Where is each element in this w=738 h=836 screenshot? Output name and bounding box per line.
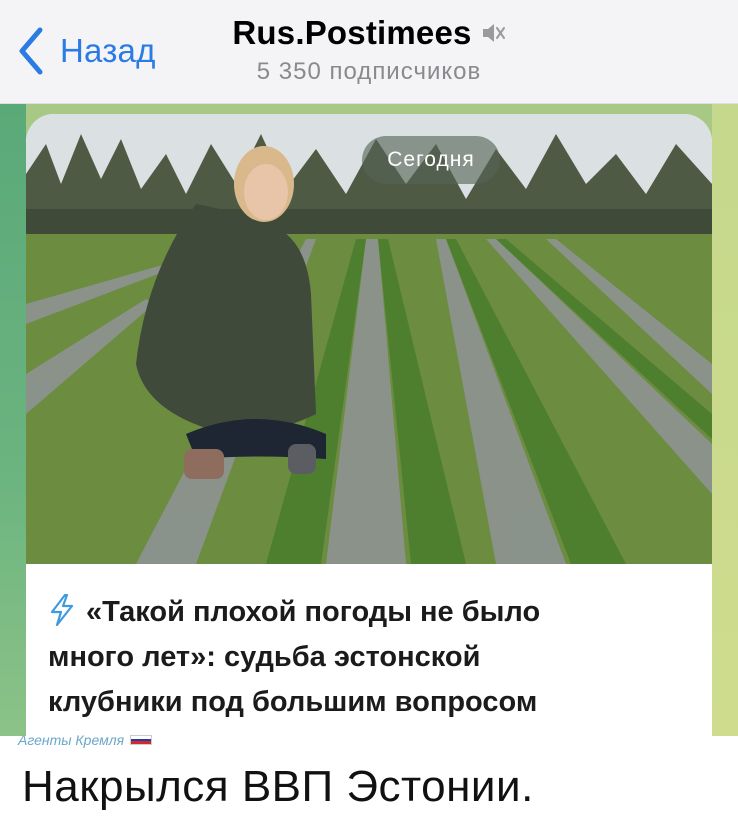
wallpaper-right [712, 104, 738, 736]
chat-background: Сегодня «Такой плохой погоды не было мно… [0, 104, 738, 740]
headline-line-1-text: «Такой плохой погоды не было [86, 596, 541, 628]
watermark-text: Агенты Кремля [18, 732, 125, 748]
chat-header: Назад Rus.Postimees 5 350 подписчиков [0, 0, 738, 104]
message-bubble[interactable]: Сегодня «Такой плохой погоды не было мно… [26, 114, 712, 740]
watermark: Агенты Кремля [18, 732, 153, 748]
date-badge: Сегодня [362, 136, 500, 184]
headline-line-2: много лет»: судьба эстонской [48, 641, 481, 673]
headline-line-1: «Такой плохой погоды не было [48, 590, 688, 635]
channel-title: Rus.Postimees [232, 14, 472, 51]
wallpaper-left [0, 104, 26, 736]
russian-flag-icon [130, 735, 153, 745]
message-headline: «Такой плохой погоды не было много лет»:… [48, 590, 688, 725]
subscriber-count: 5 350 подписчиков [256, 58, 482, 85]
meme-caption: Накрылся ВВП Эстонии. [22, 762, 534, 811]
mute-speaker-icon [482, 24, 505, 42]
headline-line-3: клубники под большим вопросом [48, 686, 538, 718]
channel-info[interactable]: Rus.Postimees 5 350 подписчиков [0, 14, 738, 86]
message-photo[interactable]: Сегодня [26, 114, 712, 564]
field-photo-illustration [26, 114, 712, 564]
lightning-bolt-icon [50, 594, 74, 626]
